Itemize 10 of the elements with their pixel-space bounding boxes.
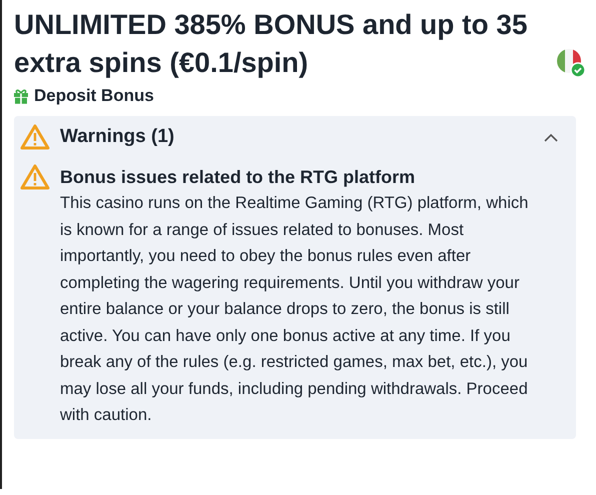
warning-icon <box>20 164 50 190</box>
gift-icon <box>14 88 28 104</box>
bonus-type-label: Deposit Bonus <box>34 86 154 106</box>
warning-icon <box>20 124 50 150</box>
warning-text: This casino runs on the Realtime Gaming (RTG) platform, which is known for a range of issues related to bonuses. Most importantly, you need to obey the bonus rules even after completing the wagering requirements. Until you withdraw your entire balance or your balance drops to zero, the bonus is still active. You can have only one bonus active at any time. If you break any of the rules (e.g. restricted games, max bet, etc.), you may lose all your funds, including pending withdrawals. Proceed with caution. <box>60 193 530 426</box>
warnings-title: Warnings (1) <box>60 126 176 148</box>
chevron-up-icon <box>544 132 558 142</box>
bonus-title: UNLIMITED 385% BONUS and up to 35 extra spins (€0.1/spin) <box>14 8 528 80</box>
italy-flag-icon <box>556 48 586 78</box>
warning-heading: Bonus issues related to the RTG platform <box>60 166 416 189</box>
